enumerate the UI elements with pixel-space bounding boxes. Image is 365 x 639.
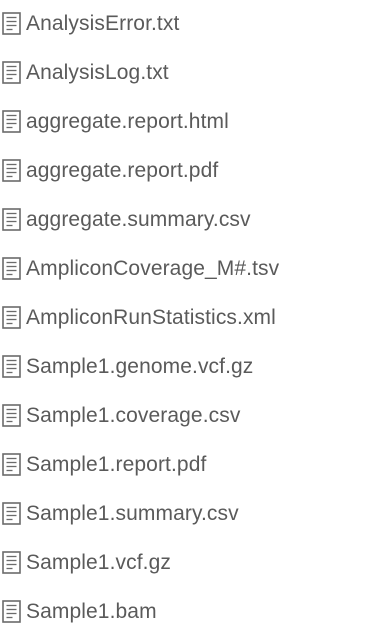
- file-name: aggregate.report.html: [26, 109, 229, 133]
- file-name: Sample1.report.pdf: [26, 452, 207, 476]
- text-file-icon: [2, 109, 21, 133]
- file-name: Sample1.vcf.gz: [26, 550, 171, 574]
- file-item[interactable]: Sample1.vcf.gz: [0, 542, 171, 582]
- file-name: AnalysisError.txt: [26, 11, 180, 35]
- file-item[interactable]: AnalysisLog.txt: [0, 52, 169, 92]
- file-name: Sample1.summary.csv: [26, 501, 239, 525]
- file-item[interactable]: Sample1.genome.vcf.gz: [0, 346, 253, 386]
- text-file-icon: [2, 599, 21, 623]
- text-file-icon: [2, 403, 21, 427]
- text-file-icon: [2, 452, 21, 476]
- file-name: AmpliconCoverage_M#.tsv: [26, 256, 280, 280]
- file-name: Sample1.genome.vcf.gz: [26, 354, 254, 378]
- text-file-icon: [2, 354, 21, 378]
- file-name: Sample1.bam: [26, 599, 157, 623]
- file-name: aggregate.summary.csv: [26, 207, 251, 231]
- file-item[interactable]: Sample1.coverage.csv: [0, 395, 240, 435]
- file-name: AnalysisLog.txt: [26, 60, 169, 84]
- file-name: Sample1.coverage.csv: [26, 403, 241, 427]
- file-item[interactable]: Sample1.summary.csv: [0, 493, 239, 533]
- text-file-icon: [2, 11, 21, 35]
- file-name: AmpliconRunStatistics.xml: [26, 305, 276, 329]
- text-file-icon: [2, 207, 21, 231]
- text-file-icon: [2, 305, 21, 329]
- file-item[interactable]: Sample1.report.pdf: [0, 444, 206, 484]
- file-item[interactable]: AmpliconCoverage_M#.tsv: [0, 248, 279, 288]
- file-item[interactable]: aggregate.summary.csv: [0, 199, 251, 239]
- text-file-icon: [2, 256, 21, 280]
- file-item[interactable]: AmpliconRunStatistics.xml: [0, 297, 276, 337]
- file-item[interactable]: aggregate.report.html: [0, 101, 229, 141]
- text-file-icon: [2, 501, 21, 525]
- file-item[interactable]: Sample1.bam: [0, 591, 157, 631]
- file-item[interactable]: aggregate.report.pdf: [0, 150, 218, 190]
- text-file-icon: [2, 550, 21, 574]
- text-file-icon: [2, 158, 21, 182]
- file-name: aggregate.report.pdf: [26, 158, 219, 182]
- file-item[interactable]: AnalysisError.txt: [0, 3, 179, 43]
- file-list: AnalysisError.txt AnalysisLog.txt aggreg…: [0, 0, 365, 639]
- text-file-icon: [2, 60, 21, 84]
